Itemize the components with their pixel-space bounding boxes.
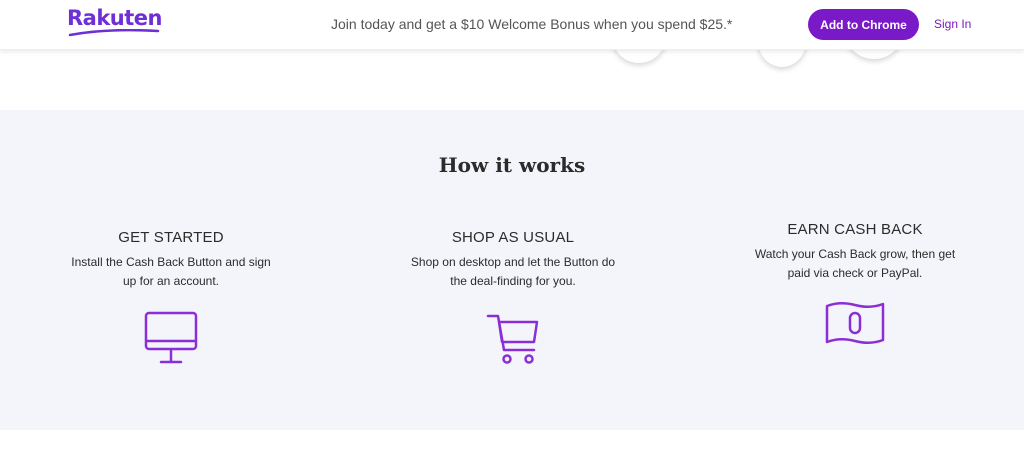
step-description: Shop on desktop and let the Button do th… xyxy=(410,255,616,288)
step-title: SHOP AS USUAL xyxy=(451,229,575,246)
monitor-icon xyxy=(144,311,198,364)
step-get-started: GET STARTED Install the Cash Back Button… xyxy=(41,229,301,291)
how-it-works-section: How it works GET STARTED Install the Cas… xyxy=(0,110,1024,430)
decorative-circle xyxy=(612,49,666,63)
step-description: Install the Cash Back Button and sign up… xyxy=(71,255,271,288)
section-title: How it works xyxy=(438,153,586,177)
logo-swoosh-icon xyxy=(68,29,160,37)
sign-in-link[interactable]: Sign In xyxy=(934,17,971,31)
step-description: Watch your Cash Back grow, then get paid… xyxy=(754,247,956,280)
step-title: GET STARTED xyxy=(118,229,224,246)
money-bill-icon xyxy=(825,302,885,344)
add-to-chrome-button[interactable]: Add to Chrome xyxy=(808,9,919,40)
rakuten-logo[interactable]: Rakuten xyxy=(67,6,163,30)
hero-bottom-area xyxy=(0,49,1024,110)
welcome-bonus-promo: Join today and get a $10 Welcome Bonus w… xyxy=(331,16,733,32)
step-earn-cash-back: EARN CASH BACK Watch your Cash Back grow… xyxy=(725,221,985,283)
page-bottom-area xyxy=(0,430,1024,454)
top-header: Rakuten Join today and get a $10 Welcome… xyxy=(0,0,1024,50)
step-title: EARN CASH BACK xyxy=(787,221,923,238)
decorative-circle xyxy=(758,49,806,67)
decorative-circle xyxy=(843,49,905,59)
shopping-cart-icon xyxy=(486,314,539,364)
step-shop-as-usual: SHOP AS USUAL Shop on desktop and let th… xyxy=(383,229,643,291)
